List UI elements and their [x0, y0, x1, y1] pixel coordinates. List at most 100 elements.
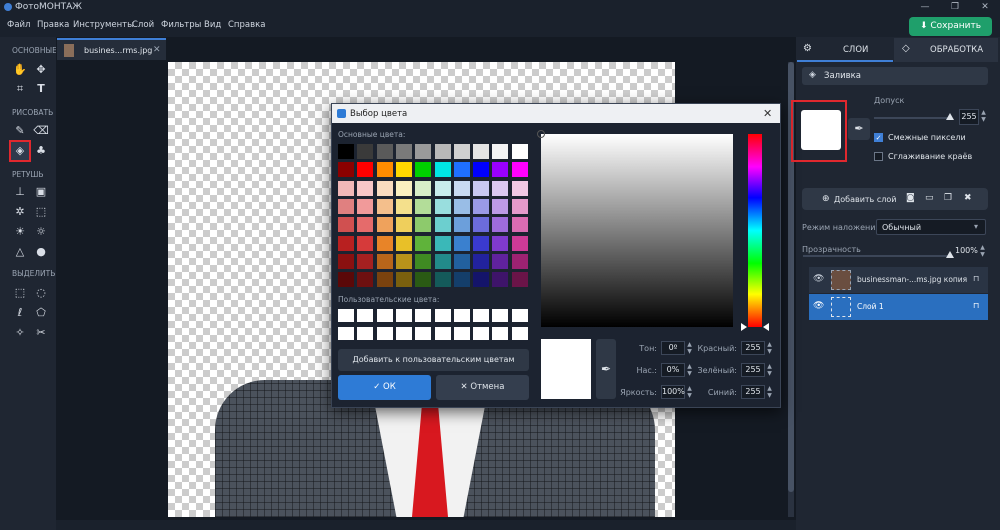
basic-color-swatch[interactable] — [434, 235, 451, 251]
custom-color-swatch[interactable] — [338, 309, 354, 322]
eraser-tool-icon[interactable]: ⌫ — [33, 123, 49, 139]
basic-color-swatch[interactable] — [473, 180, 490, 196]
tolerance-spinner[interactable]: ▲ ▼ — [980, 109, 987, 123]
save-button[interactable]: ⬇ Сохранить — [909, 17, 992, 36]
text-tool-icon[interactable]: T — [33, 81, 49, 97]
smart-select-icon[interactable]: ✂ — [33, 325, 49, 341]
menu-filters[interactable]: Фильтры — [161, 20, 201, 30]
add-layer-icon[interactable]: ⊕ — [822, 194, 830, 204]
basic-color-swatch[interactable] — [473, 162, 490, 178]
basic-color-swatch[interactable] — [338, 217, 354, 233]
basic-color-swatch[interactable] — [511, 235, 528, 251]
tolerance-slider-handle[interactable] — [946, 113, 954, 120]
file-tab[interactable]: busines...rms.jpg ✕ — [57, 38, 166, 60]
basic-color-swatch[interactable] — [357, 217, 374, 233]
ellipse-select-icon[interactable]: ◌ — [33, 285, 49, 301]
basic-color-swatch[interactable] — [395, 144, 412, 159]
add-custom-color-button[interactable]: Добавить к пользовательским цветам — [338, 349, 529, 371]
basic-color-swatch[interactable] — [453, 180, 470, 196]
basic-color-swatch[interactable] — [376, 235, 393, 251]
basic-color-swatch[interactable] — [395, 198, 412, 214]
hue-slider[interactable] — [748, 134, 762, 327]
hue-field[interactable]: 0º — [661, 341, 685, 355]
brightness-tool-icon[interactable]: ☀ — [12, 224, 28, 240]
spectrum-cursor[interactable] — [537, 130, 545, 138]
custom-color-swatch[interactable] — [338, 327, 354, 340]
custom-color-swatch[interactable] — [357, 309, 374, 322]
contiguous-checkbox[interactable]: ✓ — [874, 133, 883, 142]
custom-color-swatch[interactable] — [376, 327, 393, 340]
tolerance-value[interactable]: 255 — [959, 109, 979, 125]
basic-color-swatch[interactable] — [434, 272, 451, 288]
menu-file[interactable]: Файл — [7, 20, 30, 30]
basic-color-swatch[interactable] — [492, 272, 509, 288]
menu-layer[interactable]: Слой — [132, 20, 154, 30]
basic-color-swatch[interactable] — [453, 217, 470, 233]
fill-tool-icon[interactable]: ◈ — [9, 140, 31, 162]
basic-color-swatch[interactable] — [395, 162, 412, 178]
basic-color-swatch[interactable] — [453, 253, 470, 269]
basic-color-swatch[interactable] — [395, 272, 412, 288]
basic-color-swatch[interactable] — [511, 272, 528, 288]
basic-color-swatch[interactable] — [434, 198, 451, 214]
basic-color-swatch[interactable] — [338, 198, 354, 214]
basic-color-swatch[interactable] — [357, 180, 374, 196]
custom-color-swatch[interactable] — [376, 309, 393, 322]
tab-processing[interactable]: ◇ ОБРАБОТКА — [894, 38, 998, 62]
red-spinner[interactable]: ▲ ▼ — [766, 341, 773, 355]
patch-tool-icon[interactable]: ▣ — [33, 184, 49, 200]
basic-color-swatch[interactable] — [511, 180, 528, 196]
lasso-select-icon[interactable]: ℓ — [12, 305, 28, 321]
basic-color-swatch[interactable] — [473, 144, 490, 159]
green-spinner[interactable]: ▲ ▼ — [766, 363, 773, 377]
basic-color-swatch[interactable] — [434, 217, 451, 233]
basic-color-swatch[interactable] — [511, 253, 528, 269]
basic-color-swatch[interactable] — [376, 162, 393, 178]
basic-color-swatch[interactable] — [395, 217, 412, 233]
basic-color-swatch[interactable] — [434, 144, 451, 159]
basic-color-swatch[interactable] — [357, 144, 374, 159]
custom-color-swatch[interactable] — [492, 309, 509, 322]
basic-color-swatch[interactable] — [395, 253, 412, 269]
basic-color-swatch[interactable] — [376, 180, 393, 196]
basic-color-swatch[interactable] — [434, 253, 451, 269]
sharpen-tool-icon[interactable]: △ — [12, 244, 28, 260]
basic-color-swatch[interactable] — [492, 253, 509, 269]
custom-color-swatch[interactable] — [453, 309, 470, 322]
basic-color-swatch[interactable] — [453, 198, 470, 214]
hue-spinner[interactable]: ▲ ▼ — [686, 341, 693, 355]
custom-color-swatch[interactable] — [511, 309, 528, 322]
basic-color-swatch[interactable] — [376, 217, 393, 233]
custom-color-swatch[interactable] — [395, 309, 412, 322]
custom-color-swatch[interactable] — [511, 327, 528, 340]
magic-wand-icon[interactable]: ✧ — [12, 325, 28, 341]
blue-field[interactable]: 255 — [741, 385, 765, 399]
eyedropper-icon[interactable]: ✒ — [596, 339, 616, 399]
ok-button[interactable]: ✓ ОК — [338, 375, 431, 400]
basic-color-swatch[interactable] — [492, 198, 509, 214]
saturation-field[interactable]: 0% — [661, 363, 685, 377]
add-layer-button[interactable]: Добавить слой — [834, 195, 896, 204]
basic-color-swatch[interactable] — [492, 162, 509, 178]
basic-color-swatch[interactable] — [338, 253, 354, 269]
custom-color-swatch[interactable] — [415, 309, 432, 322]
basic-color-swatch[interactable] — [415, 198, 432, 214]
basic-color-swatch[interactable] — [492, 235, 509, 251]
custom-color-swatch[interactable] — [395, 327, 412, 340]
basic-color-swatch[interactable] — [511, 144, 528, 159]
fill-color-swatch[interactable] — [801, 110, 841, 150]
clone-tool-icon[interactable]: ♣ — [33, 143, 49, 159]
crop-tool-icon[interactable]: ⌗ — [12, 81, 28, 97]
basic-color-swatch[interactable] — [453, 144, 470, 159]
move-tool-icon[interactable]: ✥ — [33, 62, 49, 78]
hue-slider-handle-left[interactable] — [741, 323, 747, 331]
basic-color-swatch[interactable] — [415, 180, 432, 196]
opacity-slider[interactable] — [803, 255, 951, 257]
basic-color-swatch[interactable] — [376, 253, 393, 269]
basic-color-swatch[interactable] — [473, 235, 490, 251]
hue-slider-handle-right[interactable] — [763, 323, 769, 331]
eye-icon[interactable]: 👁 — [813, 274, 824, 284]
basic-color-swatch[interactable] — [492, 180, 509, 196]
lock-icon[interactable]: ⊓ — [973, 301, 979, 310]
menu-tools[interactable]: Инструменты — [73, 20, 134, 30]
